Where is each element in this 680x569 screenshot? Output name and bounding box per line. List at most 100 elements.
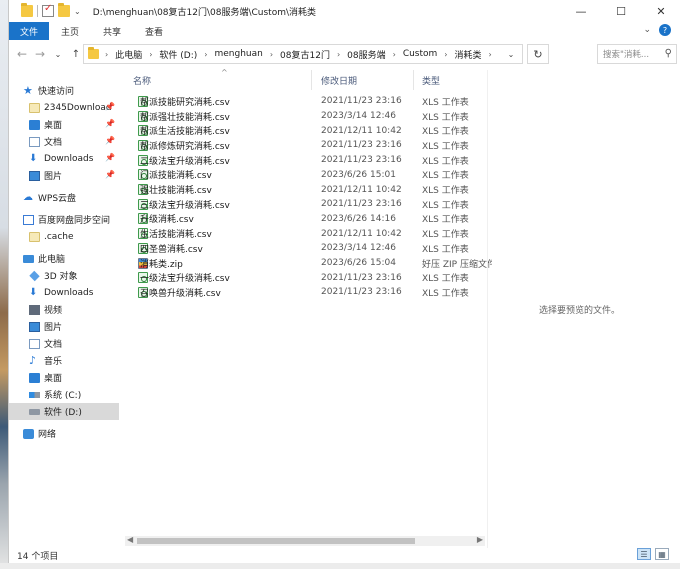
file-row[interactable]: 帮派强壮技能消耗.csv 2023/3/14 12:46 XLS 工作表 <box>125 109 495 124</box>
nav-2345download[interactable]: 2345Download 📌 <box>9 99 119 116</box>
title-bar: ⌄ D:\menghuan\08复古12门\08服务端\Custom\消耗类 —… <box>9 0 680 22</box>
column-divider[interactable] <box>311 70 312 90</box>
column-type[interactable]: 类型 <box>422 70 440 90</box>
refresh-button[interactable]: ↻ <box>527 44 549 64</box>
nav-3d-objects[interactable]: 3D 对象 <box>9 267 119 284</box>
tab-share[interactable]: 共享 <box>91 22 133 40</box>
folder-icon <box>88 47 99 59</box>
crumb-custom[interactable]: Custom <box>403 49 437 59</box>
nav-documents[interactable]: 文档 📌 <box>9 133 119 150</box>
expand-ribbon-icon[interactable]: ⌄ <box>643 25 651 35</box>
preview-divider[interactable] <box>487 70 488 548</box>
file-row[interactable]: 四圣兽消耗.csv 2023/3/14 12:46 XLS 工作表 <box>125 241 495 256</box>
desktop-icon <box>29 372 40 383</box>
breadcrumb: › 此电脑 › 软件 (D:) › menghuan › 08复古12门 › 0… <box>105 48 492 61</box>
nav-pc-downloads[interactable]: ⬇ Downloads <box>9 284 119 301</box>
tab-file[interactable]: 文件 <box>9 22 50 40</box>
crumb-server[interactable]: 08服务端 <box>347 48 385 61</box>
properties-icon[interactable] <box>42 3 54 17</box>
nav-drive-d[interactable]: 软件 (D:) <box>9 403 119 420</box>
nav-quick-access[interactable]: ★ 快速访问 <box>23 82 119 99</box>
folder-icon <box>29 102 40 113</box>
crumb-fugu[interactable]: 08复古12门 <box>280 48 330 61</box>
file-row[interactable]: 二级法宝升级消耗.csv 2021/11/23 23:16 XLS 工作表 <box>125 153 495 168</box>
maximize-button[interactable]: ☐ <box>601 0 641 22</box>
nav-baidu-sync[interactable]: 百度网盘同步空间 <box>9 211 119 228</box>
file-row[interactable]: 帮派技能研究消耗.csv 2021/11/23 23:16 XLS 工作表 <box>125 94 495 109</box>
file-row[interactable]: 门派技能消耗.csv 2023/6/26 15:01 XLS 工作表 <box>125 168 495 183</box>
pin-icon: 📌 <box>105 119 115 128</box>
ribbon-right-controls: ⌄ ? <box>643 24 671 36</box>
nav-this-pc[interactable]: 此电脑 <box>9 250 119 267</box>
desktop-background-strip <box>0 0 8 569</box>
folder-icon <box>29 231 40 242</box>
horizontal-scrollbar[interactable]: ◀ ▶ <box>125 535 485 546</box>
window-controls: — ☐ ✕ <box>561 0 680 22</box>
nav-pc-desktop[interactable]: 桌面 <box>9 369 119 386</box>
search-icon: ⚲ <box>664 48 672 59</box>
nav-cache[interactable]: .cache <box>9 228 119 245</box>
cloud-icon: ☁ <box>23 191 33 203</box>
help-icon[interactable]: ? <box>659 24 671 36</box>
nav-pictures[interactable]: 图片 📌 <box>9 167 119 184</box>
file-row[interactable]: 强壮技能消耗.csv 2021/12/11 10:42 XLS 工作表 <box>125 182 495 197</box>
nav-network[interactable]: 网络 <box>9 425 119 442</box>
navigation-bar: ← → ⌄ ↑ › 此电脑 › 软件 (D:) › menghuan › 08复… <box>9 42 680 66</box>
crumb-drive-d[interactable]: 软件 (D:) <box>159 48 197 61</box>
nav-wps-cloud[interactable]: ☁ WPS云盘 <box>9 189 119 206</box>
tab-home[interactable]: 主页 <box>49 22 91 40</box>
crumb-menghuan[interactable]: menghuan <box>214 49 262 59</box>
column-name[interactable]: 名称 <box>133 70 151 90</box>
nav-downloads[interactable]: ⬇ Downloads 📌 <box>9 150 119 167</box>
column-date[interactable]: 修改日期 <box>321 70 357 90</box>
column-header: ^ 名称 修改日期 类型 <box>125 68 495 90</box>
network-icon <box>23 428 34 439</box>
pin-icon: 📌 <box>105 136 115 145</box>
file-row[interactable]: 帮派修炼研究消耗.csv 2021/11/23 23:16 XLS 工作表 <box>125 138 495 153</box>
cube-icon <box>29 270 40 281</box>
tab-view[interactable]: 查看 <box>133 22 175 40</box>
nav-desktop[interactable]: 桌面 📌 <box>9 116 119 133</box>
document-icon <box>29 338 40 349</box>
address-dropdown-icon[interactable]: ⌄ <box>500 45 522 63</box>
scroll-right-icon[interactable]: ▶ <box>477 535 483 544</box>
toolbar-divider <box>37 5 38 17</box>
window-title: D:\menghuan\08复古12门\08服务端\Custom\消耗类 <box>92 7 317 18</box>
back-button[interactable]: ← <box>13 47 31 61</box>
minimize-button[interactable]: — <box>561 0 601 22</box>
tiles-view-icon[interactable]: ▦ <box>655 548 669 560</box>
file-row[interactable]: 帮派生活技能消耗.csv 2021/12/11 10:42 XLS 工作表 <box>125 123 495 138</box>
pin-icon: 📌 <box>105 153 115 162</box>
recent-locations-icon[interactable]: ⌄ <box>49 50 67 59</box>
drive-icon <box>29 391 40 398</box>
column-divider[interactable] <box>413 70 414 90</box>
file-row[interactable]: 消耗类.zip 2023/6/26 15:04 好压 ZIP 压缩文件 <box>125 256 495 271</box>
nav-pc-pictures[interactable]: 图片 <box>9 318 119 335</box>
nav-drive-c[interactable]: 系统 (C:) <box>9 386 119 403</box>
crumb-this-pc[interactable]: 此电脑 <box>115 48 142 61</box>
folder-icon <box>21 3 33 17</box>
customize-toolbar-icon[interactable]: ⌄ <box>74 7 81 16</box>
nav-pc-documents[interactable]: 文档 <box>9 335 119 352</box>
scroll-left-icon[interactable]: ◀ <box>127 535 133 544</box>
new-folder-icon[interactable] <box>58 3 70 17</box>
nav-videos[interactable]: 视频 <box>9 301 119 318</box>
crumb-consumables[interactable]: 消耗类 <box>455 48 482 61</box>
file-row[interactable]: 生活技能消耗.csv 2021/12/11 10:42 XLS 工作表 <box>125 226 495 241</box>
file-row[interactable]: 召唤兽升级消耗.csv 2021/11/23 23:16 XLS 工作表 <box>125 285 495 300</box>
forward-button[interactable]: → <box>31 47 49 61</box>
file-row[interactable]: 升级消耗.csv 2023/6/26 14:16 XLS 工作表 <box>125 212 495 227</box>
status-bar: 14 个项目 ☰ ▦ <box>9 548 680 563</box>
quick-access-toolbar: ⌄ <box>9 3 81 17</box>
file-row[interactable]: 一级法宝升级消耗.csv 2021/11/23 23:16 XLS 工作表 <box>125 270 495 285</box>
scrollbar-thumb[interactable] <box>137 538 415 544</box>
ribbon-tabs: 文件 主页 共享 查看 ⌄ ? <box>9 22 680 40</box>
file-row[interactable]: 三级法宝升级消耗.csv 2021/11/23 23:16 XLS 工作表 <box>125 197 495 212</box>
address-bar[interactable]: › 此电脑 › 软件 (D:) › menghuan › 08复古12门 › 0… <box>83 44 523 64</box>
close-button[interactable]: ✕ <box>641 0 680 22</box>
details-view-icon[interactable]: ☰ <box>637 548 651 560</box>
document-icon <box>29 136 40 147</box>
nav-music[interactable]: ♪ 音乐 <box>9 352 119 369</box>
computer-icon <box>23 254 34 263</box>
search-input[interactable]: 搜索"消耗... ⚲ <box>597 44 677 64</box>
